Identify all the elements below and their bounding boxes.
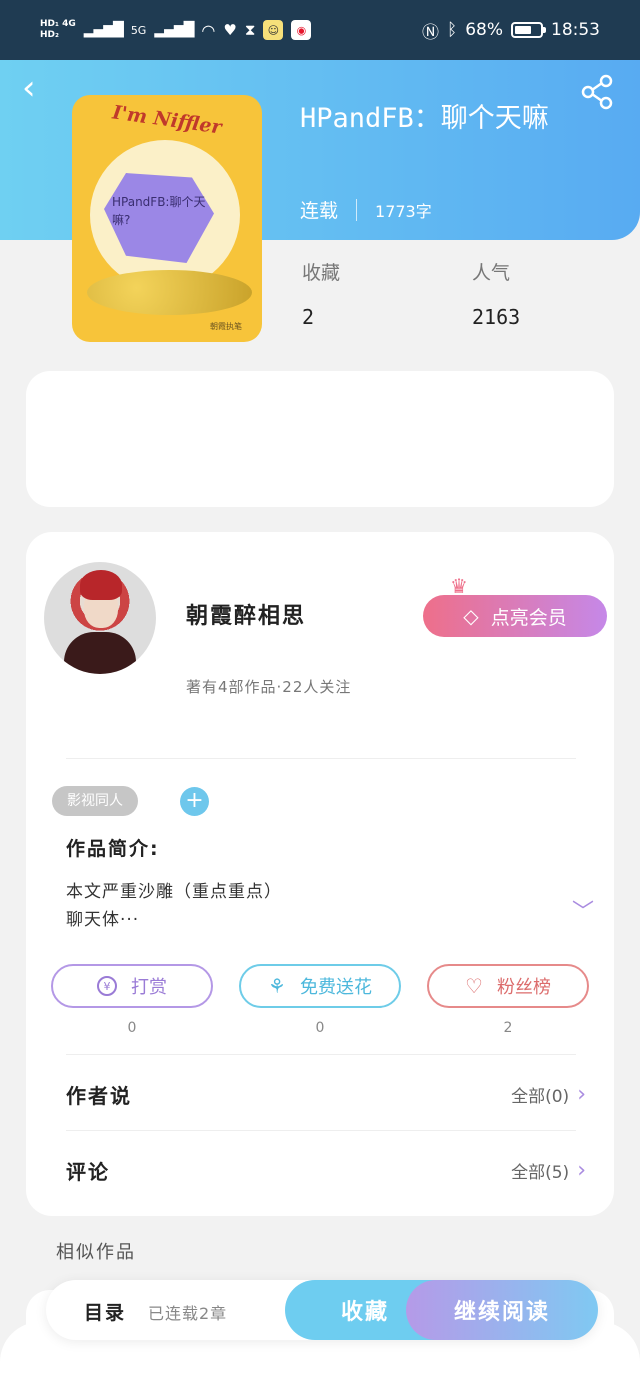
avatar-hair bbox=[80, 570, 122, 600]
heart-icon: ♥ bbox=[223, 21, 237, 39]
intro-label: 作品简介: bbox=[66, 838, 160, 860]
weibo-icon: ◉ bbox=[291, 20, 312, 40]
book-status: 连载 bbox=[300, 200, 339, 222]
share-button[interactable] bbox=[578, 72, 618, 112]
similar-works-title: 相似作品 bbox=[56, 1242, 136, 1263]
share-icon bbox=[581, 74, 613, 110]
add-tag-button[interactable]: + bbox=[180, 787, 209, 816]
meta-divider bbox=[356, 198, 358, 221]
comments-title: 评论 bbox=[66, 1160, 110, 1184]
author-name[interactable]: 朝霞醉相思 bbox=[186, 598, 306, 630]
reward-label: 打赏 bbox=[131, 977, 167, 998]
chevron-right-icon: › bbox=[577, 1082, 586, 1107]
chapter-count: 已连载2章 bbox=[148, 1304, 228, 1323]
avatar[interactable] bbox=[44, 562, 156, 674]
fans-count: 2 bbox=[503, 1020, 513, 1036]
word-count: 1773字 bbox=[375, 201, 432, 221]
author-says-row[interactable]: 作者说 全部(0) › bbox=[66, 1080, 586, 1109]
cover-gold-coins bbox=[87, 270, 252, 315]
expand-intro-button[interactable]: ﹀ bbox=[572, 894, 594, 926]
author-says-title: 作者说 bbox=[66, 1084, 132, 1108]
chevron-right-icon: › bbox=[577, 1158, 586, 1183]
cover-gem-text: HPandFB:聊个天嘛? bbox=[112, 195, 206, 227]
nfc-icon: Ⓝ bbox=[422, 22, 439, 43]
favorites-stat: 收藏 2 bbox=[302, 258, 340, 329]
yen-icon: ¥ bbox=[97, 976, 117, 996]
bluetooth-icon: ᛒ bbox=[447, 20, 458, 40]
user-heart-icon: ♡ bbox=[465, 974, 483, 998]
vip-button-label: 点亮会员 bbox=[490, 606, 567, 629]
chevron-down-icon: ﹀ bbox=[572, 900, 595, 925]
flower-label: 免费送花 bbox=[299, 977, 372, 998]
plus-icon: + bbox=[185, 788, 204, 813]
reward-button[interactable]: ¥ 打赏 bbox=[51, 964, 213, 1008]
cover-title: I'm Niffler bbox=[111, 101, 223, 139]
comments-row[interactable]: 评论 全部(5) › bbox=[66, 1156, 586, 1185]
battery-fill bbox=[515, 26, 532, 34]
wifi-icon: ◠ bbox=[201, 20, 216, 40]
reward-count: 0 bbox=[127, 1020, 137, 1036]
book-title: HPandFB：聊个天嘛 bbox=[300, 103, 549, 134]
toc-button[interactable]: 目录 bbox=[84, 1298, 126, 1325]
divider bbox=[66, 758, 576, 759]
popularity-value: 2163 bbox=[472, 305, 521, 329]
popularity-label: 人气 bbox=[472, 262, 511, 284]
network-top: HD₁ 4G bbox=[40, 19, 76, 29]
intro-line-1: 本文严重沙雕（重点重点） bbox=[66, 882, 282, 902]
battery-icon bbox=[511, 22, 546, 38]
chevron-left-icon: ‹ bbox=[22, 68, 36, 108]
hourglass-icon: ⧗ bbox=[244, 21, 256, 39]
divider bbox=[66, 1054, 576, 1055]
blank-card bbox=[26, 371, 614, 507]
network-5g: 5G bbox=[130, 23, 147, 37]
cover-author: 朝霞执笔 bbox=[210, 322, 242, 331]
flower-button[interactable]: ⚘ 免费送花 bbox=[239, 964, 401, 1008]
network-bottom: HD₂ bbox=[40, 30, 59, 40]
favorites-value: 2 bbox=[302, 305, 315, 329]
app-notification-icon: ☺ bbox=[263, 20, 284, 40]
divider bbox=[66, 1130, 576, 1131]
network-indicator: HD₁ 4G HD₂ bbox=[40, 19, 76, 41]
flower-icon: ⚘ bbox=[268, 974, 286, 998]
intro-line-2: 聊天体··· bbox=[66, 910, 140, 930]
book-detail-card: 朝霞醉相思 ♛ ◇ 点亮会员 著有4部作品·22人关注 影视同人 + 作品简介:… bbox=[26, 532, 614, 1216]
book-cover[interactable]: I'm Niffler HPandFB:聊个天嘛? 朝霞执笔 bbox=[72, 95, 262, 342]
flower-count: 0 bbox=[315, 1020, 325, 1036]
comments-more: 全部(5) bbox=[511, 1163, 570, 1183]
status-right: Ⓝ ᛒ 68% 18:53 bbox=[422, 18, 600, 43]
popularity-stat: 人气 2163 bbox=[472, 258, 520, 329]
vip-button[interactable]: ◇ 点亮会员 bbox=[423, 595, 607, 637]
intro-text: 本文严重沙雕（重点重点） 聊天体··· bbox=[66, 878, 282, 934]
fans-label: 粉丝榜 bbox=[496, 977, 551, 998]
author-says-more: 全部(0) bbox=[511, 1087, 570, 1107]
fans-ranking-button[interactable]: ♡ 粉丝榜 bbox=[427, 964, 589, 1008]
book-meta: 连载 1773字 bbox=[300, 196, 432, 223]
continue-reading-button[interactable]: 继续阅读 bbox=[406, 1280, 598, 1340]
signal-icon: ▂▄▆█ bbox=[83, 22, 124, 38]
status-bar: HD₁ 4G HD₂ ▂▄▆█ 5G ▂▄▆█ ◠ ♥ ⧗ ☺ ◉ Ⓝ ᛒ 68… bbox=[0, 0, 640, 60]
battery-percent: 68% bbox=[465, 20, 503, 40]
avatar-shirt bbox=[64, 632, 136, 674]
bottom-action-bar: 目录 已连载2章 收藏 继续阅读 bbox=[46, 1280, 598, 1340]
author-meta: 著有4部作品·22人关注 bbox=[186, 678, 352, 696]
back-button[interactable]: ‹ bbox=[22, 70, 52, 106]
favorites-label: 收藏 bbox=[302, 262, 341, 284]
signal-icon-2: ▂▄▆█ bbox=[154, 22, 194, 38]
status-left: HD₁ 4G HD₂ ▂▄▆█ 5G ▂▄▆█ ◠ ♥ ⧗ ☺ ◉ bbox=[40, 19, 312, 41]
diamond-icon: ◇ bbox=[463, 604, 479, 628]
genre-tag[interactable]: 影视同人 bbox=[52, 786, 138, 816]
clock: 18:53 bbox=[551, 20, 600, 40]
